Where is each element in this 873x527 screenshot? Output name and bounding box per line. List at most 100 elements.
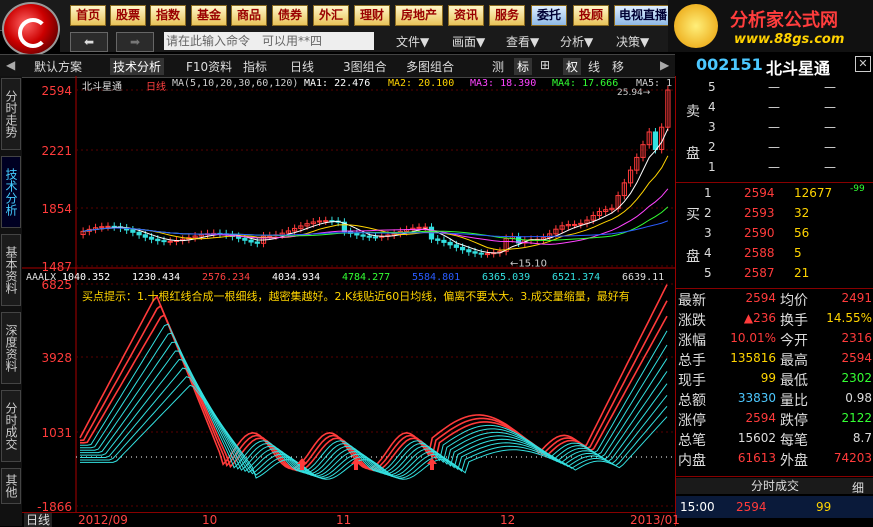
stat-key: 现手 [678, 373, 706, 389]
tool-rights[interactable]: 权 [563, 58, 582, 75]
menu-tv-live[interactable]: 电视直播 [614, 5, 672, 26]
chart-area[interactable]: 2594 2221 1854 1487 6825 3928 1031 -1866 ←15.10 2… [22, 76, 675, 514]
stock-terminal-window: 首页 股票 指数 基金 商品 债券 外汇 理财 房地产 资讯 服务 委托 投顾 … [0, 0, 873, 527]
indicator-tick-label: 1031 [41, 426, 72, 440]
oscillator-line [79, 284, 668, 470]
sell-level-price: — [768, 140, 780, 154]
close-icon[interactable]: ✕ [855, 56, 871, 72]
ind-v9: 6639.11 [622, 272, 665, 283]
buy-level-price: 2588 [744, 246, 775, 260]
stat-key: 每笔 [780, 433, 808, 449]
stat-value: 61613 [737, 451, 776, 465]
layout-3-chart[interactable]: 3图组合 [343, 58, 387, 75]
price-tick-label: 2594 [41, 84, 72, 98]
forward-button[interactable]: ➡ [116, 32, 154, 52]
buy-level-num: 1 [704, 186, 712, 200]
stat-value: 33830 [737, 391, 776, 405]
sell-label-1: 卖 [686, 104, 700, 120]
app-logo-icon[interactable] [2, 2, 60, 56]
menu-commodities[interactable]: 商品 [231, 5, 267, 26]
oscillator-line [80, 367, 668, 478]
tool-measure[interactable]: 测 [492, 58, 504, 75]
stat-value: 135816 [730, 351, 776, 365]
tool-grid-icon[interactable]: ⊞ [540, 58, 550, 72]
sell-level-num: 1 [708, 160, 716, 174]
buy-level-num: 3 [704, 226, 712, 240]
stat-key: 涨停 [678, 413, 706, 429]
stat-value: 2594 [745, 291, 776, 305]
buy-level-num: 2 [704, 206, 712, 220]
tab-technical[interactable]: 技术分析 [1, 156, 21, 228]
tab-tech-analysis[interactable]: 技术分析 [110, 58, 165, 75]
candle-body [416, 226, 422, 229]
buy-level-price: 2593 [744, 206, 775, 220]
buy-level-volume: 5 [794, 246, 802, 260]
menu-analysis[interactable]: 分析▼ [560, 33, 593, 50]
stat-key: 总笔 [678, 433, 706, 449]
sell-level-volume: — [824, 140, 836, 154]
ma3-value: MA3: 18.390 [470, 78, 537, 89]
menu-file[interactable]: 文件▼ [396, 33, 429, 50]
date-axis: 日线 2012/09 10 11 12 2013/01 [22, 512, 680, 527]
candle-body [148, 236, 155, 240]
tool-line[interactable]: 线 [588, 58, 600, 75]
tab-other[interactable]: 其他 [1, 468, 21, 504]
date-label-2: 11 [336, 513, 352, 527]
menu-view[interactable]: 查看▼ [506, 33, 539, 50]
menu-decision[interactable]: 决策▼ [616, 33, 649, 50]
scheme-selector[interactable]: 默认方案 [34, 58, 82, 75]
ind-v1: 1040.352 [62, 272, 111, 283]
menu-home[interactable]: 首页 [70, 5, 106, 26]
stock-title-bar: 002151 北斗星通 ✕ [676, 54, 873, 78]
tab-intraday[interactable]: 分时走势 [1, 78, 21, 150]
tool-mark[interactable]: 标 [514, 58, 533, 75]
sell-level-price: — [768, 160, 780, 174]
stat-key: 量比 [780, 393, 808, 409]
tab-basic-info[interactable]: 基本资料 [1, 234, 21, 306]
tab-deep-info[interactable]: 深度资料 [1, 312, 21, 384]
menu-stocks[interactable]: 股票 [110, 5, 146, 26]
tab-detail[interactable]: 细 [852, 479, 864, 496]
brand-banner[interactable]: 分析家公式网 www.88gs.com [668, 0, 873, 52]
menu-funds[interactable]: 基金 [191, 5, 227, 26]
indicator-tick-label: 3928 [41, 351, 72, 365]
sell-level-num: 2 [708, 140, 716, 154]
menu-advisor[interactable]: 投顾 [573, 5, 609, 26]
menu-service[interactable]: 服务 [489, 5, 525, 26]
menu-bonds[interactable]: 债券 [272, 5, 308, 26]
quote-panel: 卖 盘 5 — — 4 — — 3 — — 2 — — 1 — — 买 盘 1 2594… [675, 76, 873, 526]
buy-tip-text: 买点提示：1.十根红线合成一根细线，越密集越好。2.K线贴近60日均线，偏离不要… [82, 290, 630, 303]
period-selector[interactable]: 日线 [290, 58, 314, 75]
candle-body [571, 223, 578, 226]
ind-v6: 5584.801 [412, 272, 461, 283]
menu-view-screen[interactable]: 画面▼ [452, 33, 485, 50]
chart-stock-name: 北斗星通 [82, 82, 122, 93]
tab-tick-trades[interactable]: 分时成交 [1, 390, 21, 462]
sell-level-volume: — [824, 160, 836, 174]
menu-news[interactable]: 资讯 [448, 5, 484, 26]
period-label[interactable]: 日线 [24, 513, 53, 527]
ma4-value: MA4: 17.666 [552, 78, 619, 89]
tool-move[interactable]: 移 [612, 58, 624, 75]
sell-level-volume: — [824, 80, 836, 94]
menu-trade[interactable]: 委托 [531, 5, 567, 26]
price-tick-label: 1854 [41, 202, 72, 216]
command-input[interactable]: 请在此输入命令 可以用**四 [164, 32, 374, 50]
menu-realestate[interactable]: 房地产 [395, 5, 443, 26]
high-price-label: 25.94→ [617, 88, 651, 98]
menu-finance[interactable]: 理财 [354, 5, 390, 26]
menu-forex[interactable]: 外汇 [313, 5, 349, 26]
layout-multi-chart[interactable]: 多图组合 [406, 58, 454, 75]
tab-tick-list[interactable]: 分时成交 [676, 478, 873, 494]
back-button[interactable]: ⬅ [70, 32, 108, 52]
ind-v4: 4034.934 [272, 272, 321, 283]
tab-f10[interactable]: F10资料 [186, 58, 232, 75]
candle-body [478, 252, 484, 255]
ma5-value: MA5: 1 [636, 78, 673, 89]
stat-key: 总手 [678, 353, 706, 369]
candle-body [459, 246, 466, 251]
scroll-left-icon[interactable]: ◀ [6, 58, 15, 72]
scroll-right-icon[interactable]: ▶ [660, 58, 669, 72]
tab-indicator[interactable]: 指标 [243, 58, 267, 75]
menu-index[interactable]: 指数 [150, 5, 186, 26]
